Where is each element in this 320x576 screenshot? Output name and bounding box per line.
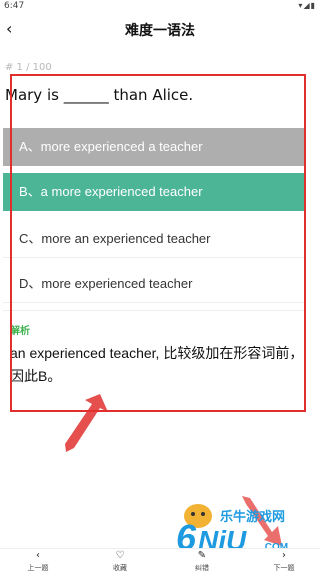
status-time: 6:47 bbox=[4, 1, 25, 11]
favorite-button[interactable]: ♡ 收藏 bbox=[88, 549, 152, 576]
report-error-button[interactable]: ✎ 纠错 bbox=[170, 549, 234, 576]
status-icons: ▾◢▮ bbox=[298, 1, 316, 10]
watermark-text: 乐牛游戏网 bbox=[220, 510, 286, 525]
question-progress: # 1 / 100 bbox=[5, 62, 52, 73]
prev-question-label: 上一题 bbox=[27, 564, 49, 572]
prev-question-button[interactable]: ‹ 上一题 bbox=[6, 549, 70, 576]
annotation-highlight-box bbox=[10, 74, 306, 412]
bottom-nav: ‹ 上一题 ♡ 收藏 ✎ 纠错 › 下一题 bbox=[0, 548, 320, 576]
pencil-icon: ✎ bbox=[197, 550, 207, 561]
watermark: 6 NiU .COM 乐牛游戏网 bbox=[176, 498, 320, 558]
chevron-left-icon: ‹ bbox=[36, 550, 40, 561]
nav-bar: ‹ 难度一语法 bbox=[0, 14, 320, 44]
report-error-label: 纠错 bbox=[195, 564, 209, 572]
next-question-label: 下一题 bbox=[273, 564, 295, 572]
annotation-arrow-icon bbox=[65, 394, 108, 452]
next-question-button[interactable]: › 下一题 bbox=[252, 549, 316, 576]
heart-icon: ♡ bbox=[115, 550, 125, 561]
chevron-right-icon: › bbox=[282, 550, 286, 561]
page-title: 难度一语法 bbox=[125, 23, 195, 39]
favorite-label: 收藏 bbox=[113, 564, 127, 572]
status-bar: 6:47 ▾◢▮ bbox=[0, 0, 320, 14]
